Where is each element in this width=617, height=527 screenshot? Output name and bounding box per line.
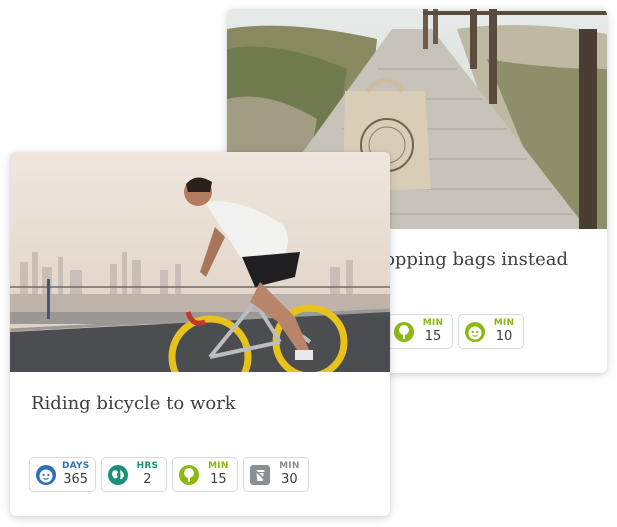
activity-card-bicycle[interactable]: Riding bicycle to work DAYS 365 HRS 2 MI… <box>10 152 390 516</box>
stat-value: 365 <box>63 472 89 487</box>
stat-badge-tree[interactable]: MIN 15 <box>172 457 239 492</box>
tree-icon <box>177 463 201 487</box>
face-icon <box>34 463 58 487</box>
stat-badge-face[interactable]: DAYS 365 <box>29 457 97 492</box>
card-photo <box>10 152 390 372</box>
stat-badge-globe[interactable]: HRS 2 <box>101 457 168 492</box>
stat-unit: MIN <box>279 461 300 471</box>
stat-value: 2 <box>143 472 152 487</box>
stat-unit: DAYS <box>62 461 90 471</box>
stat-unit: MIN <box>208 461 229 471</box>
stat-badge-face[interactable]: MIN 10 <box>458 314 524 349</box>
stat-value: 15 <box>424 329 442 344</box>
face-icon <box>463 320 487 344</box>
stat-value: 30 <box>281 472 298 487</box>
stats-row: DAYS 365 HRS 2 MIN 15 MIN 30 <box>29 457 310 492</box>
stat-value: 10 <box>495 329 513 344</box>
trash-icon <box>248 463 272 487</box>
stats-row: MIN 15 MIN 10 <box>387 314 524 349</box>
stat-value: 15 <box>210 472 227 487</box>
stat-unit: MIN <box>493 318 515 328</box>
stat-unit: MIN <box>422 318 444 328</box>
globe-icon <box>106 463 130 487</box>
stat-badge-tree[interactable]: MIN 15 <box>387 314 453 349</box>
tree-icon <box>392 320 416 344</box>
card-title[interactable]: Riding bicycle to work <box>31 393 236 414</box>
stat-unit: HRS <box>136 461 159 471</box>
stat-badge-trash[interactable]: MIN 30 <box>243 457 310 492</box>
